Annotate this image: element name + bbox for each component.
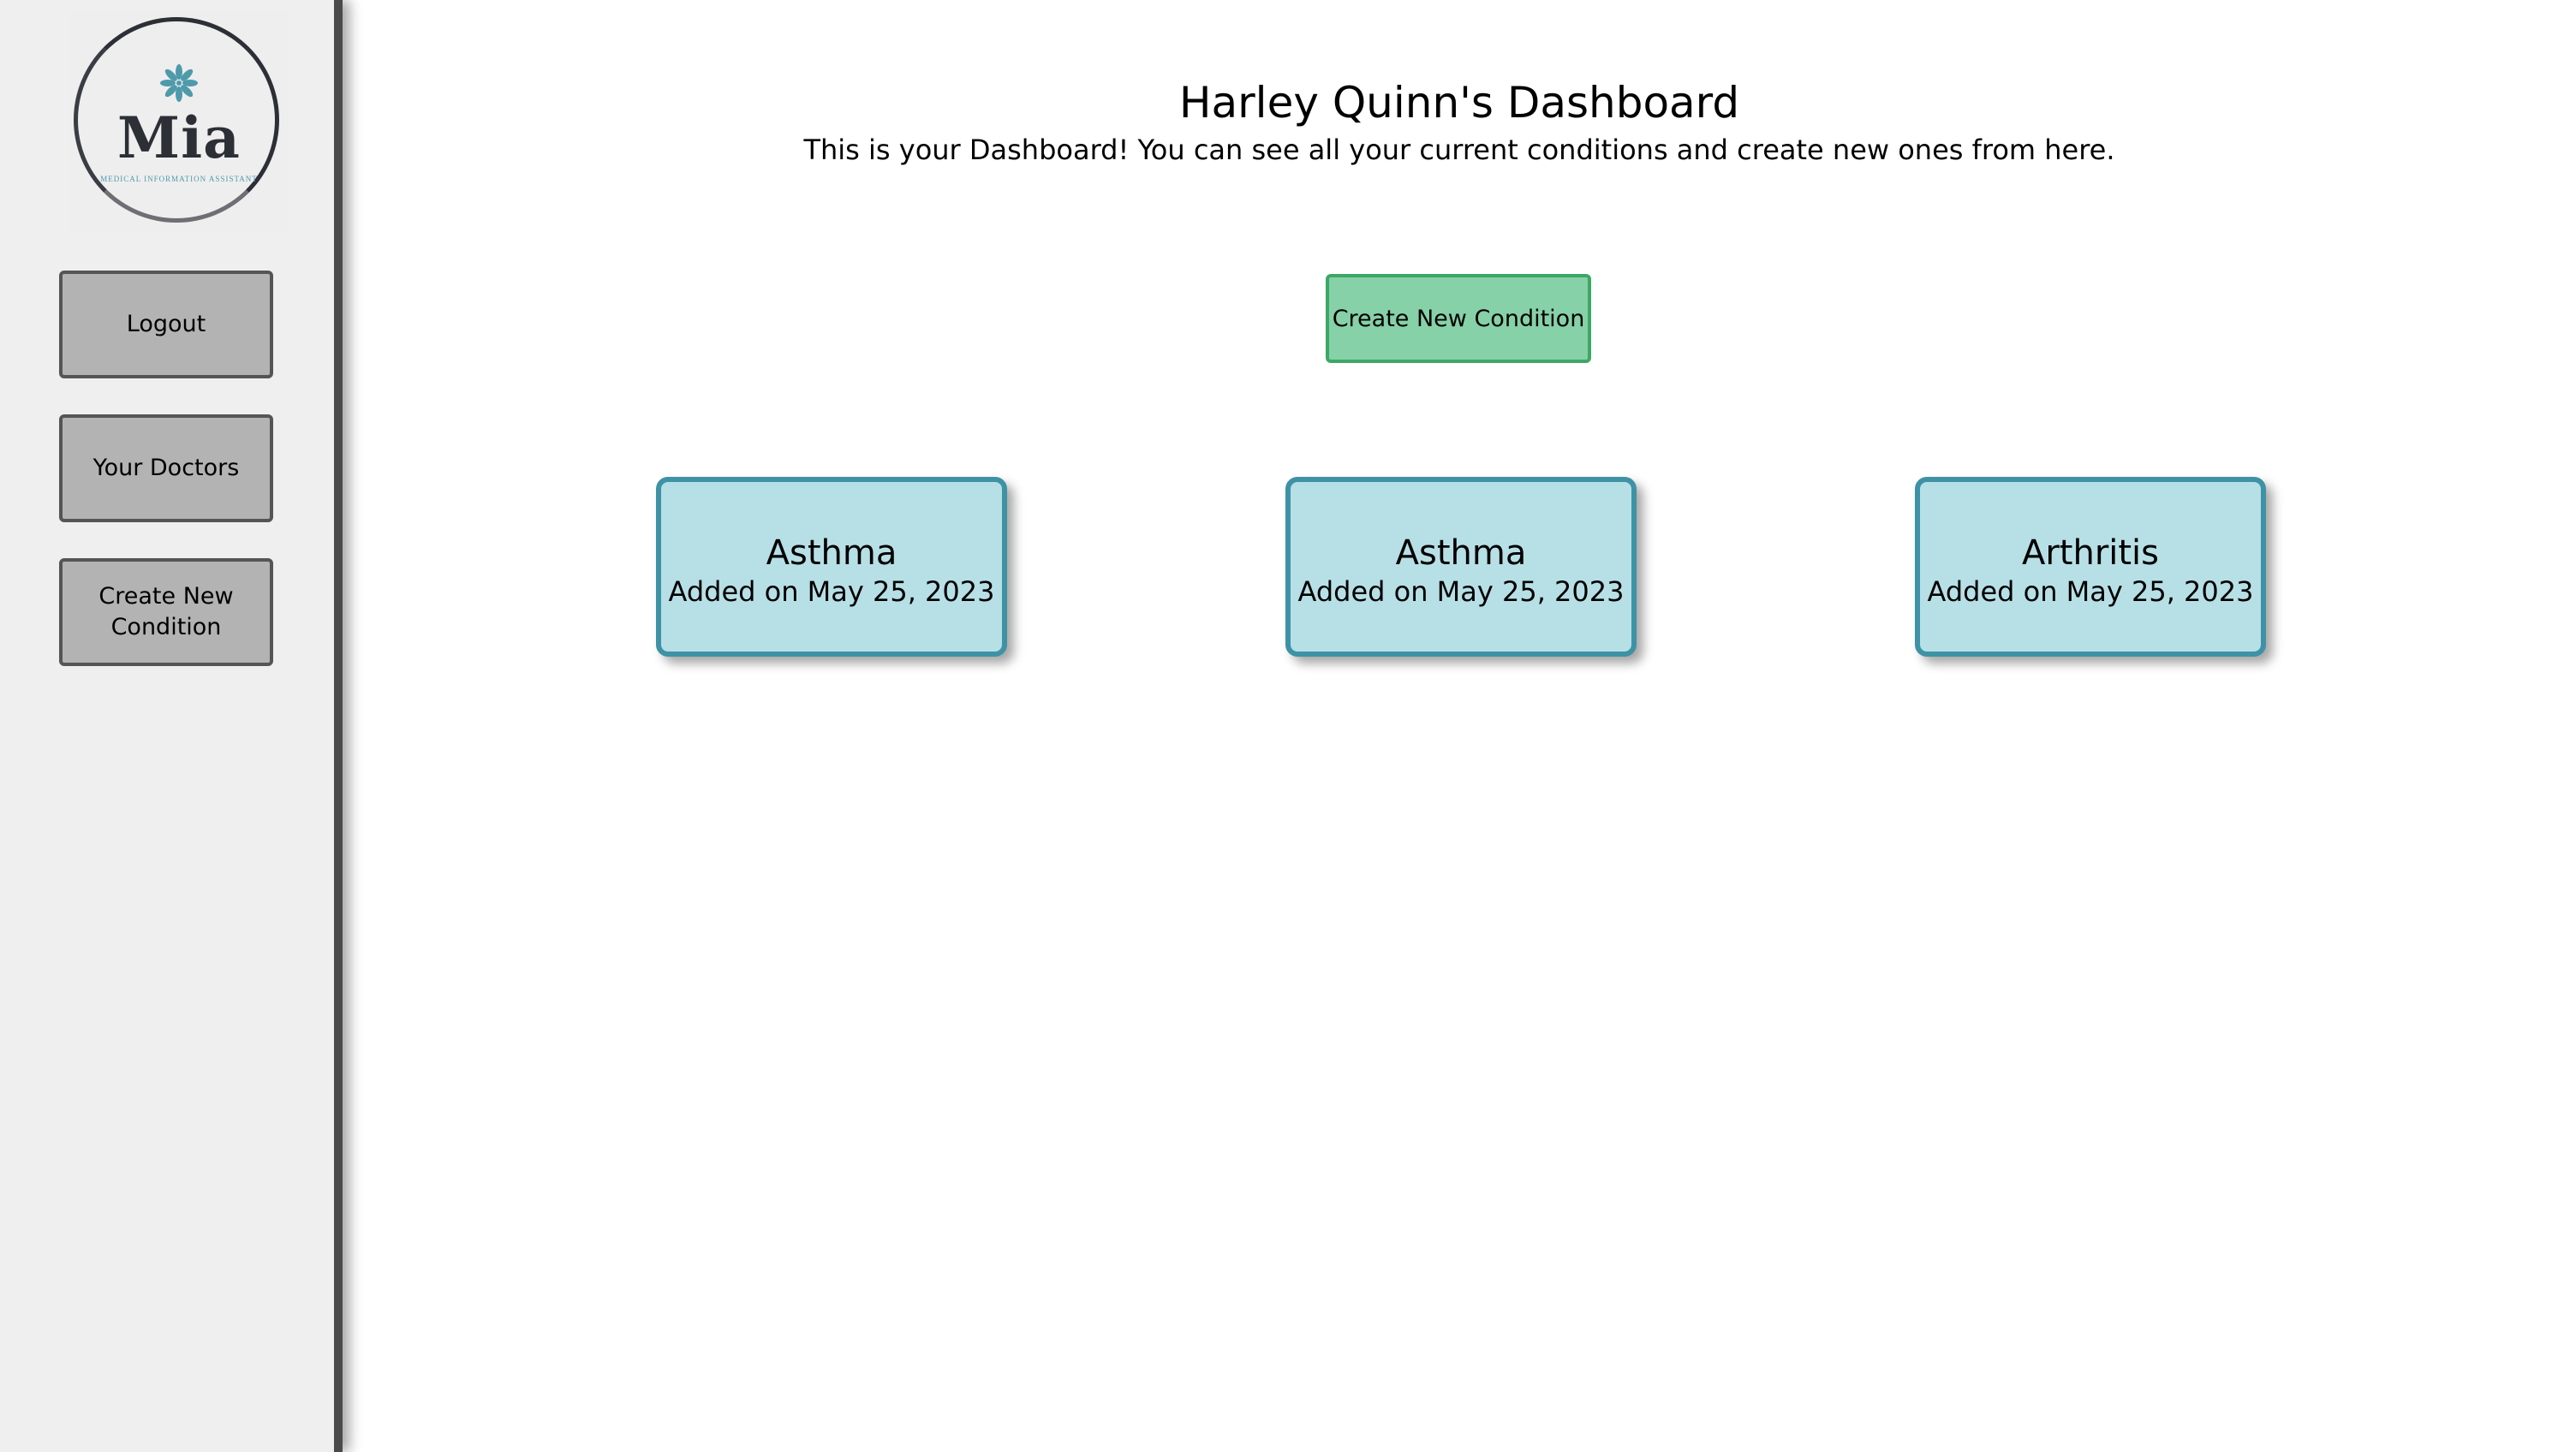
create-new-condition-button[interactable]: Create New Condition [1326, 274, 1591, 363]
logo-wordmark: Mia [117, 104, 241, 171]
sidebar: Mia MEDICAL INFORMATION ASSISTANT Logout… [0, 0, 343, 1452]
your-doctors-button-label: Your Doctors [92, 455, 240, 481]
condition-added-date: Added on May 25, 2023 [1297, 575, 1625, 608]
sidebar-create-condition-button[interactable]: Create New Condition [59, 558, 273, 666]
sidebar-create-condition-label: Create New Condition [98, 583, 234, 640]
logo-tagline: MEDICAL INFORMATION ASSISTANT [100, 175, 258, 183]
mia-logo[interactable]: Mia MEDICAL INFORMATION ASSISTANT [69, 12, 289, 233]
create-new-condition-label: Create New Condition [1332, 305, 1585, 332]
condition-added-date: Added on May 25, 2023 [668, 575, 995, 608]
your-doctors-button[interactable]: Your Doctors [59, 414, 273, 522]
condition-name: Asthma [766, 533, 897, 573]
page-title: Harley Quinn's Dashboard [1178, 78, 1740, 128]
condition-card[interactable]: Asthma Added on May 25, 2023 [1285, 477, 1637, 657]
condition-card[interactable]: Arthritis Added on May 25, 2023 [1915, 477, 2266, 657]
condition-card[interactable]: Asthma Added on May 25, 2023 [656, 477, 1007, 657]
page-subtitle: This is your Dashboard! You can see all … [803, 134, 2115, 166]
condition-name: Arthritis [2021, 533, 2160, 573]
logout-button[interactable]: Logout [59, 271, 273, 378]
condition-name: Asthma [1395, 533, 1527, 573]
main-content: Harley Quinn's Dashboard This is your Da… [343, 0, 2576, 1452]
flower-icon [160, 64, 198, 102]
condition-added-date: Added on May 25, 2023 [1927, 575, 2254, 608]
logout-button-label: Logout [126, 311, 206, 337]
